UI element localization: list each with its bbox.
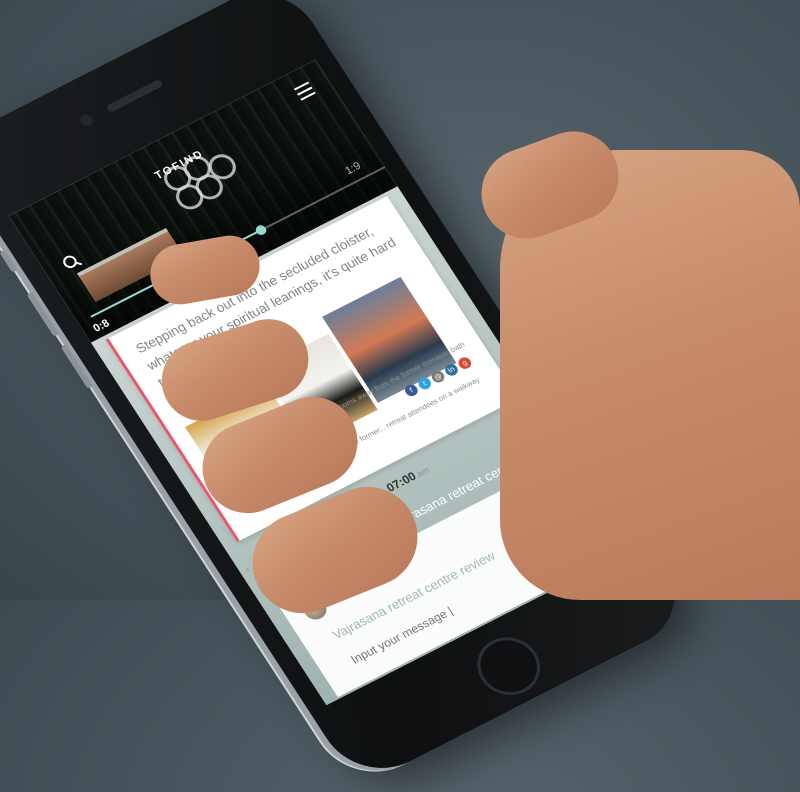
app-screen: TOFIND 1:9 0:8 Stepping back out into th… — [8, 59, 633, 706]
share-icon[interactable]: ‹ — [243, 564, 252, 575]
avatar — [299, 594, 331, 624]
leaf-icon[interactable]: ❦ — [551, 471, 570, 490]
phone-device: TOFIND 1:9 0:8 Stepping back out into th… — [0, 0, 800, 788]
app-title: TOFIND — [152, 147, 207, 183]
earpiece-speaker — [105, 78, 164, 113]
event-time: 07:00am — [383, 462, 432, 495]
progress-handle[interactable] — [254, 223, 269, 237]
volume-down-button — [60, 344, 94, 390]
event-time-value: 07:00 — [383, 469, 419, 495]
front-camera — [77, 112, 96, 129]
mute-switch — [0, 249, 18, 273]
volume-up-button — [26, 291, 60, 337]
search-icon[interactable] — [60, 253, 83, 271]
hero-building-image — [76, 228, 185, 303]
home-button — [465, 627, 552, 706]
phone-body: TOFIND 1:9 0:8 Stepping back out into th… — [0, 0, 698, 788]
share-button[interactable]: SHARE — [259, 541, 297, 566]
player-end-time: 1:9 — [343, 160, 364, 178]
